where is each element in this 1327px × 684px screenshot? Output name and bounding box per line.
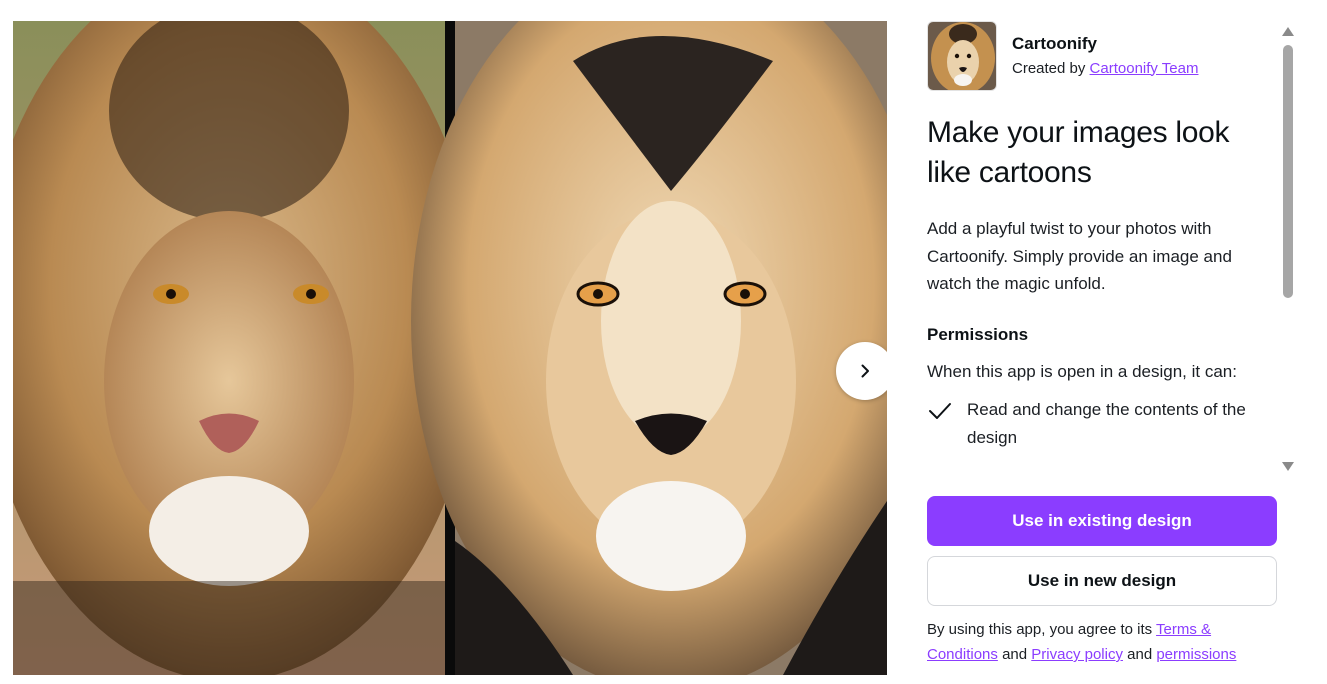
details-scrollbar[interactable] — [1279, 21, 1296, 475]
legal-notice: By using this app, you agree to its Term… — [927, 617, 1277, 667]
creator-link[interactable]: Cartoonify Team — [1090, 60, 1199, 77]
page-title: Make your images look like cartoons — [927, 116, 1230, 189]
app-meta: Cartoonify Created by Cartoonify Team — [1012, 33, 1199, 80]
app-creator-line: Created by Cartoonify Team — [1012, 58, 1199, 80]
lion-thumbnail-icon — [928, 22, 996, 90]
permissions-link[interactable]: permissions — [1156, 646, 1236, 663]
scrollbar-thumb[interactable] — [1283, 45, 1293, 298]
lion-before-after-image — [13, 21, 887, 675]
legal-and-1: and — [1002, 646, 1028, 663]
permissions-intro: When this app is open in a design, it ca… — [927, 361, 1237, 381]
created-by-label: Created by — [1012, 59, 1086, 77]
app-listing-page: Cartoonify Created by Cartoonify Team Ma… — [0, 0, 1327, 684]
scroll-down-arrow-icon[interactable] — [1282, 462, 1294, 471]
permission-item: Read and change the contents of the desi… — [927, 396, 1279, 452]
permission-item-text: Read and change the contents of the desi… — [967, 399, 1246, 447]
chevron-right-icon — [861, 364, 869, 378]
legal-prefix: By using this app, you agree to its — [927, 621, 1153, 638]
legal-and-2: and — [1127, 646, 1153, 663]
privacy-policy-link[interactable]: Privacy policy — [1031, 646, 1123, 663]
preview-carousel — [13, 21, 887, 675]
check-icon — [927, 396, 967, 452]
carousel-next-button[interactable] — [836, 342, 887, 400]
app-header: Cartoonify Created by Cartoonify Team — [927, 21, 1279, 91]
use-in-new-design-button[interactable]: Use in new design — [927, 556, 1277, 606]
scroll-up-arrow-icon[interactable] — [1282, 27, 1294, 36]
permissions-heading: Permissions — [927, 324, 1029, 344]
app-description: Add a playful twist to your photos with … — [927, 219, 1232, 293]
app-name: Cartoonify — [1012, 33, 1097, 53]
app-details-scroll-area[interactable]: Cartoonify Created by Cartoonify Team Ma… — [927, 21, 1279, 475]
app-icon — [927, 21, 997, 91]
use-in-existing-design-button[interactable]: Use in existing design — [927, 496, 1277, 546]
